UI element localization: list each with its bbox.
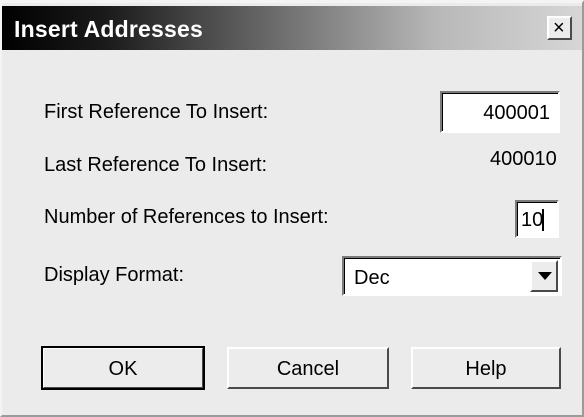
display-format-select[interactable]: Dec — [342, 256, 562, 296]
text-caret — [542, 209, 544, 231]
first-reference-value: 400001 — [483, 102, 550, 124]
window-title: Insert Addresses — [14, 16, 203, 42]
chevron-down-icon — [538, 272, 552, 280]
number-of-references-value: 10 — [521, 209, 544, 231]
cancel-button-label: Cancel — [276, 358, 340, 380]
cancel-button[interactable]: Cancel — [227, 347, 389, 389]
title-bar: Insert Addresses × — [2, 6, 582, 50]
ok-button-label: OK — [108, 358, 138, 380]
number-of-references-input[interactable]: 10 — [515, 200, 559, 238]
help-button-label: Help — [465, 358, 507, 380]
last-reference-label: Last Reference To Insert: — [44, 154, 268, 176]
first-reference-input[interactable]: 400001 — [440, 91, 560, 133]
last-reference-value: 400010 — [490, 148, 557, 170]
help-button[interactable]: Help — [411, 347, 561, 389]
insert-addresses-dialog: Insert Addresses × First Reference To In… — [0, 0, 584, 417]
close-icon: × — [553, 17, 565, 39]
number-of-references-label: Number of References to Insert: — [44, 206, 329, 228]
display-format-label: Display Format: — [44, 264, 185, 286]
first-reference-label: First Reference To Insert: — [44, 101, 269, 123]
display-format-selected-value: Dec — [354, 267, 390, 289]
close-button[interactable]: × — [547, 16, 572, 40]
dropdown-button[interactable] — [530, 260, 558, 292]
ok-button[interactable]: OK — [41, 346, 205, 390]
